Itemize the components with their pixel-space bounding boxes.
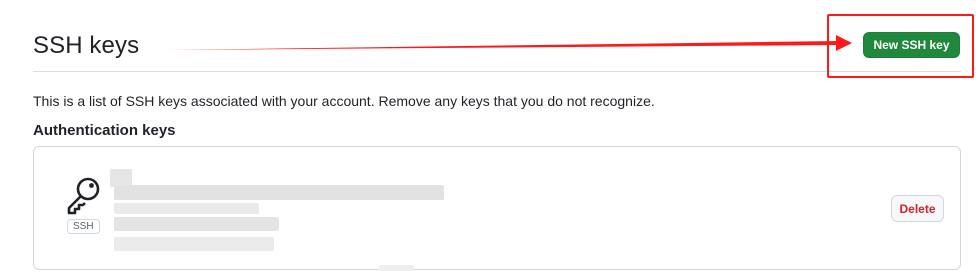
- ssh-key-card: SSH Delete: [33, 146, 961, 271]
- ssh-keys-page: SSH keys New SSH key This is a list of S…: [0, 0, 976, 280]
- key-icon: [67, 177, 100, 215]
- section-heading-authentication-keys: Authentication keys: [33, 122, 176, 139]
- ssh-type-badge: SSH: [67, 219, 100, 234]
- annotation-highlight-box: [827, 14, 974, 78]
- page-description: This is a list of SSH keys associated wi…: [33, 93, 655, 109]
- delete-key-button[interactable]: Delete: [891, 195, 944, 222]
- page-title: SSH keys: [33, 32, 140, 59]
- title-divider: [33, 71, 961, 72]
